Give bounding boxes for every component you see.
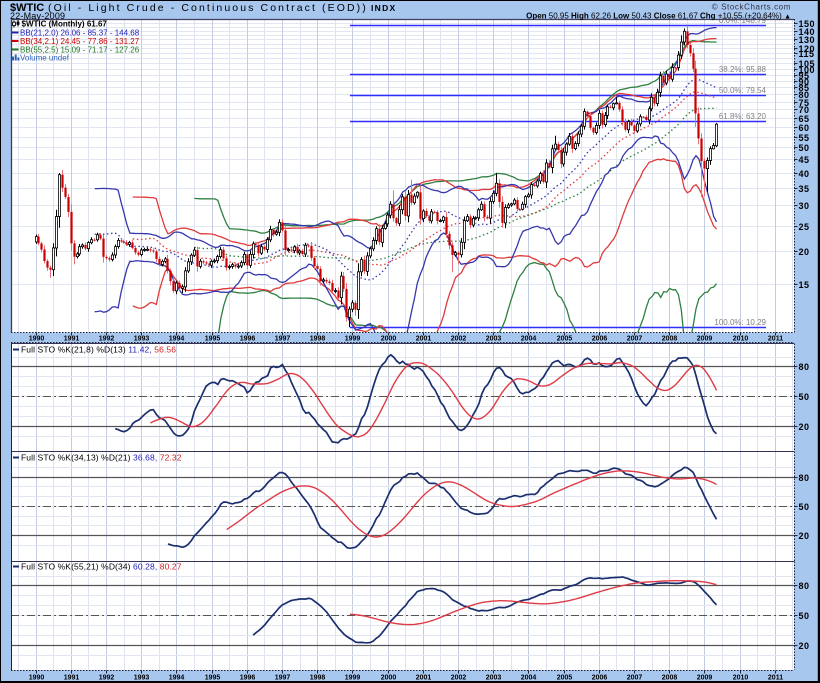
svg-text:80: 80 [799, 473, 810, 483]
svg-text:2009: 2009 [697, 336, 713, 343]
svg-text:2008: 2008 [662, 336, 678, 343]
svg-text:2003: 2003 [486, 675, 502, 682]
svg-text:20: 20 [799, 422, 810, 432]
svg-text:61.8%: 63.20: 61.8%: 63.20 [719, 112, 767, 121]
svg-text:1993: 1993 [134, 675, 150, 682]
svg-text:2004: 2004 [521, 675, 537, 682]
svg-text:1991: 1991 [64, 675, 80, 682]
svg-text:2011: 2011 [768, 336, 783, 343]
svg-text:2006: 2006 [592, 336, 608, 343]
svg-text:50: 50 [799, 392, 810, 402]
svg-text:1994: 1994 [169, 675, 185, 682]
svg-text:20: 20 [799, 641, 810, 651]
svg-text:2001: 2001 [416, 336, 432, 343]
svg-text:© StockCharts.com: © StockCharts.com [712, 3, 791, 12]
svg-text:2005: 2005 [557, 336, 573, 343]
svg-text:1998: 1998 [310, 675, 326, 682]
svg-text:25: 25 [799, 222, 810, 232]
svg-text:$WTIC (Monthly) 61.67: $WTIC (Monthly) 61.67 [22, 20, 108, 29]
svg-text:1996: 1996 [240, 675, 256, 682]
svg-text:2008: 2008 [662, 675, 678, 682]
svg-text:2002: 2002 [451, 336, 467, 343]
svg-text:2000: 2000 [381, 336, 397, 343]
svg-text:45: 45 [799, 155, 810, 165]
svg-text:1990: 1990 [29, 336, 45, 343]
svg-text:15: 15 [799, 280, 810, 290]
svg-text:30: 30 [799, 201, 810, 211]
svg-text:1999: 1999 [345, 675, 361, 682]
svg-text:Full STO %K(34,13) %D(21) 36.6: Full STO %K(34,13) %D(21) 36.68, 72.32 [21, 453, 182, 463]
svg-text:1997: 1997 [275, 336, 291, 343]
svg-text:20: 20 [799, 531, 810, 541]
svg-text:2007: 2007 [627, 675, 643, 682]
svg-text:1991: 1991 [64, 336, 80, 343]
svg-text:2004: 2004 [521, 336, 537, 343]
svg-text:38.2%: 95.88: 38.2%: 95.88 [719, 65, 767, 74]
svg-text:40: 40 [799, 169, 810, 179]
svg-text:2010: 2010 [733, 336, 749, 343]
svg-text:Full STO %K(21,8) %D(13) 11.42: Full STO %K(21,8) %D(13) 11.42, 56.56 [21, 345, 176, 355]
svg-text:60: 60 [799, 123, 810, 133]
svg-text:35: 35 [799, 184, 810, 194]
svg-text:50: 50 [799, 502, 810, 512]
svg-text:80: 80 [799, 581, 810, 591]
svg-text:2011: 2011 [768, 675, 783, 682]
svg-text:Open 50.95 High 62.26 Low 50.4: Open 50.95 High 62.26 Low 50.43 Close 61… [526, 12, 791, 21]
svg-text:1990: 1990 [29, 675, 45, 682]
svg-text:1999: 1999 [345, 336, 361, 343]
svg-text:1993: 1993 [134, 336, 150, 343]
svg-text:2000: 2000 [381, 675, 397, 682]
svg-text:1992: 1992 [99, 675, 115, 682]
svg-text:2007: 2007 [627, 336, 643, 343]
svg-text:Volume undef: Volume undef [20, 54, 70, 63]
svg-text:1996: 1996 [240, 336, 256, 343]
svg-text:1994: 1994 [169, 336, 185, 343]
svg-text:(Oil - Light Crude - Continuou: (Oil - Light Crude - Continuous Contract… [48, 2, 368, 14]
svg-text:2010: 2010 [733, 675, 749, 682]
svg-text:1998: 1998 [310, 336, 326, 343]
svg-text:INDX: INDX [371, 3, 397, 13]
svg-text:2006: 2006 [592, 675, 608, 682]
svg-text:2005: 2005 [557, 675, 573, 682]
svg-text:1995: 1995 [205, 675, 221, 682]
svg-text:2003: 2003 [486, 336, 502, 343]
svg-text:1992: 1992 [99, 336, 115, 343]
svg-text:80: 80 [799, 362, 810, 372]
svg-text:1995: 1995 [205, 336, 221, 343]
svg-text:2009: 2009 [697, 675, 713, 682]
svg-text:20: 20 [799, 247, 810, 257]
svg-text:55: 55 [799, 133, 810, 143]
svg-text:1997: 1997 [275, 675, 291, 682]
svg-text:Full STO %K(55,21) %D(34) 60.2: Full STO %K(55,21) %D(34) 60.28, 80.27 [21, 562, 182, 572]
svg-text:2002: 2002 [451, 675, 467, 682]
svg-text:50: 50 [799, 143, 810, 153]
svg-text:50.0%: 79.54: 50.0%: 79.54 [719, 86, 767, 95]
svg-text:50: 50 [799, 611, 810, 621]
svg-text:115: 115 [799, 49, 815, 59]
svg-text:100.0%: 10.29: 100.0%: 10.29 [714, 318, 766, 327]
svg-text:2001: 2001 [416, 675, 432, 682]
